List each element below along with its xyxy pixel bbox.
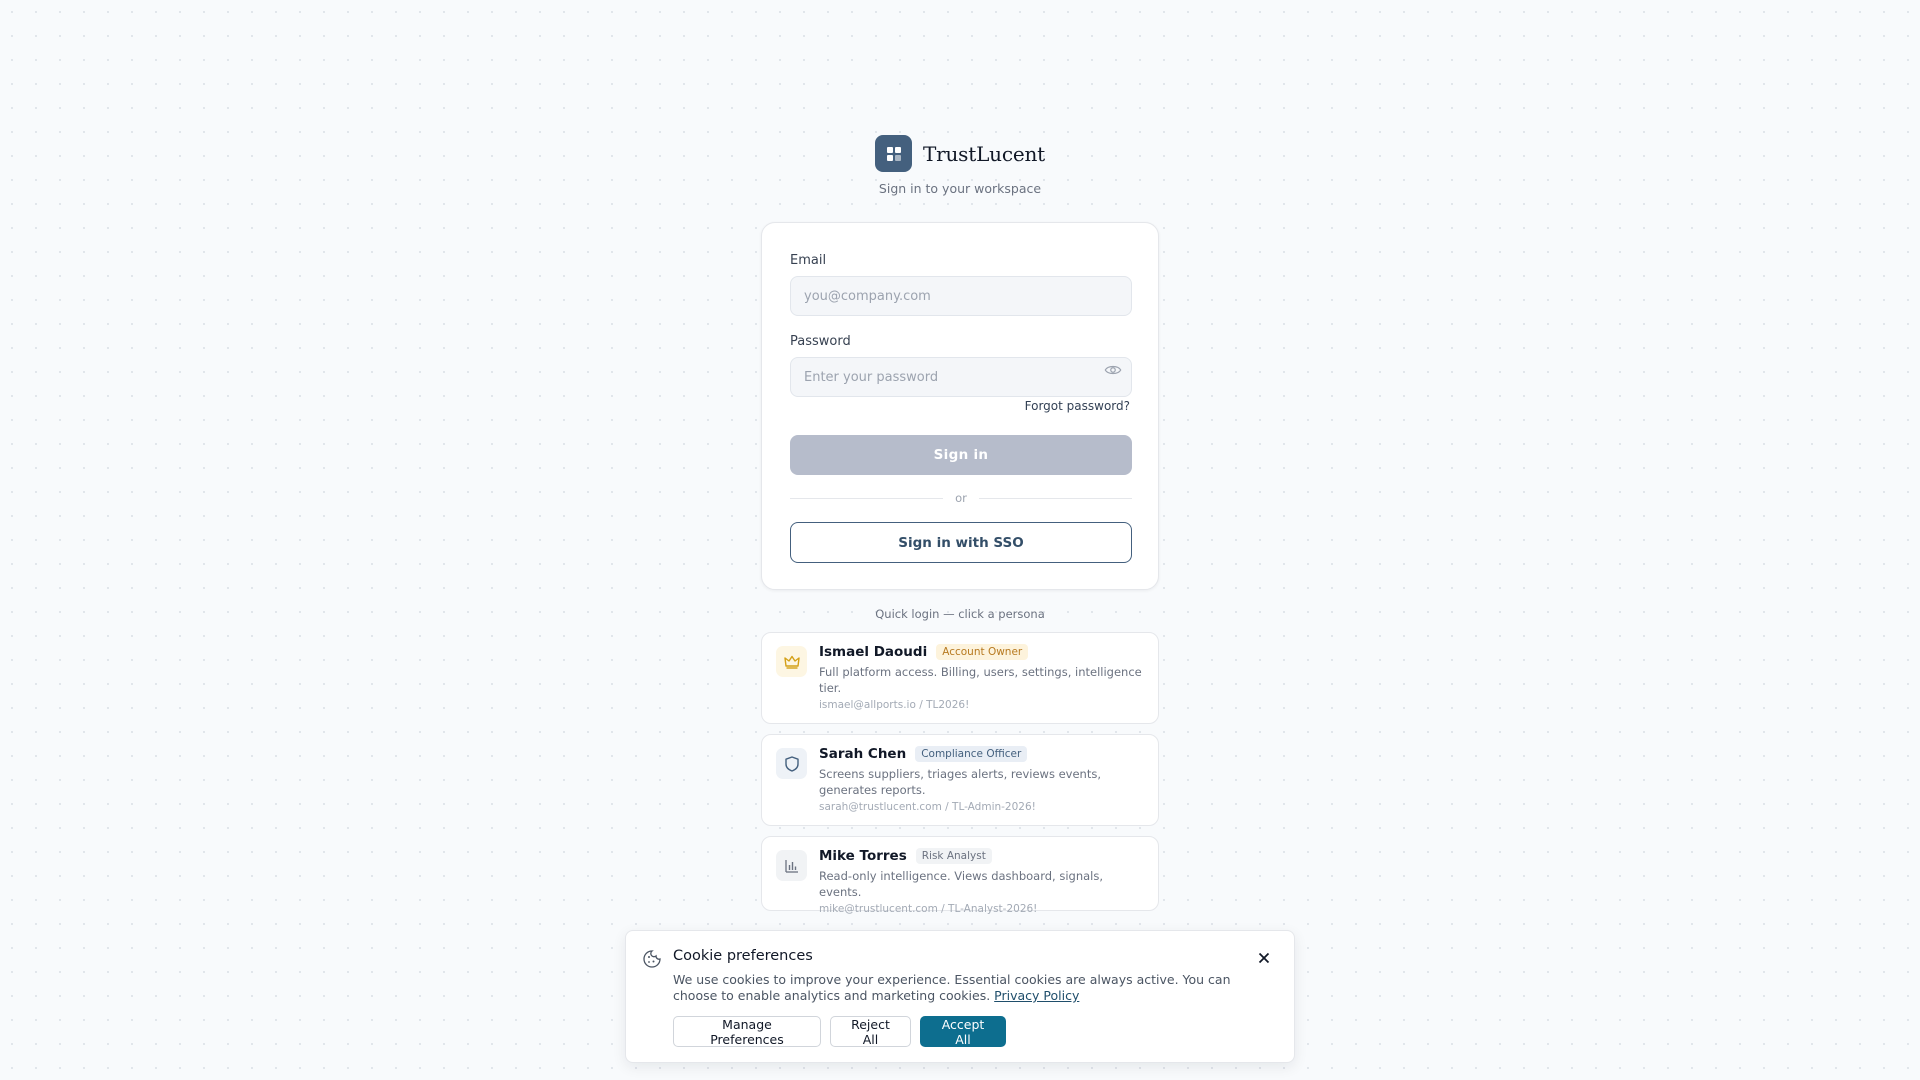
role-badge: Compliance Officer bbox=[915, 746, 1028, 762]
sign-in-button[interactable]: Sign in bbox=[790, 435, 1132, 475]
cookie-icon bbox=[643, 950, 661, 968]
email-label: Email bbox=[790, 253, 827, 268]
close-icon[interactable] bbox=[1256, 950, 1272, 966]
crown-icon bbox=[776, 646, 807, 677]
bar-chart-icon bbox=[776, 850, 807, 881]
login-card: Email Password Forgot password? Sign in … bbox=[761, 222, 1159, 590]
persona-name: Ismael Daoudi bbox=[819, 644, 928, 660]
forgot-password-link[interactable]: Forgot password? bbox=[1025, 399, 1130, 413]
divider-line bbox=[978, 497, 1133, 499]
cookie-banner: Cookie preferences We use cookies to imp… bbox=[625, 930, 1295, 1063]
persona-name: Mike Torres bbox=[819, 848, 907, 864]
divider-label: or bbox=[955, 491, 967, 505]
password-label: Password bbox=[790, 334, 851, 349]
login-page: TrustLucent Sign in to your workspace Em… bbox=[0, 0, 1920, 1080]
logo-icon bbox=[875, 135, 912, 172]
app-name: TrustLucent bbox=[923, 141, 1045, 166]
persona-card-ismael[interactable]: Ismael Daoudi Account Owner Full platfor… bbox=[761, 632, 1159, 724]
persona-credentials: sarah@trustlucent.com / TL-Admin-2026! bbox=[819, 801, 1036, 813]
email-field[interactable] bbox=[790, 276, 1132, 316]
eye-icon[interactable] bbox=[1104, 364, 1122, 376]
persona-description: Screens suppliers, triages alerts, revie… bbox=[819, 767, 1101, 797]
manage-preferences-button[interactable]: Manage Preferences bbox=[673, 1016, 821, 1047]
cookie-description: We use cookies to improve your experienc… bbox=[673, 972, 1231, 1003]
persona-credentials: ismael@allports.io / TL2026! bbox=[819, 699, 970, 711]
privacy-policy-link[interactable]: Privacy Policy bbox=[994, 988, 1079, 1003]
quick-login-label: Quick login — click a persona bbox=[875, 607, 1045, 621]
password-field[interactable] bbox=[790, 357, 1132, 397]
role-badge: Risk Analyst bbox=[915, 848, 992, 864]
sso-button[interactable]: Sign in with SSO bbox=[790, 522, 1132, 563]
divider-line bbox=[790, 497, 944, 499]
accept-all-button[interactable]: Accept All bbox=[920, 1016, 1006, 1047]
cookie-title: Cookie preferences bbox=[673, 948, 813, 964]
persona-card-sarah[interactable]: Sarah Chen Compliance Officer Screens su… bbox=[761, 734, 1159, 826]
or-divider: or bbox=[790, 491, 1133, 505]
persona-description: Full platform access. Billing, users, se… bbox=[819, 665, 1142, 695]
shield-icon bbox=[776, 748, 807, 779]
reject-all-button[interactable]: Reject All bbox=[830, 1016, 911, 1047]
page-subtitle: Sign in to your workspace bbox=[878, 181, 1042, 196]
persona-name: Sarah Chen bbox=[819, 746, 907, 762]
brand-header: TrustLucent bbox=[761, 135, 1159, 172]
persona-description: Read-only intelligence. Views dashboard,… bbox=[819, 869, 1104, 899]
cookie-text: We use cookies to improve your experienc… bbox=[673, 972, 1233, 1004]
persona-credentials: mike@trustlucent.com / TL-Analyst-2026! bbox=[819, 903, 1038, 915]
persona-card-mike[interactable]: Mike Torres Risk Analyst Read-only intel… bbox=[761, 836, 1159, 915]
role-badge: Account Owner bbox=[936, 644, 1029, 660]
